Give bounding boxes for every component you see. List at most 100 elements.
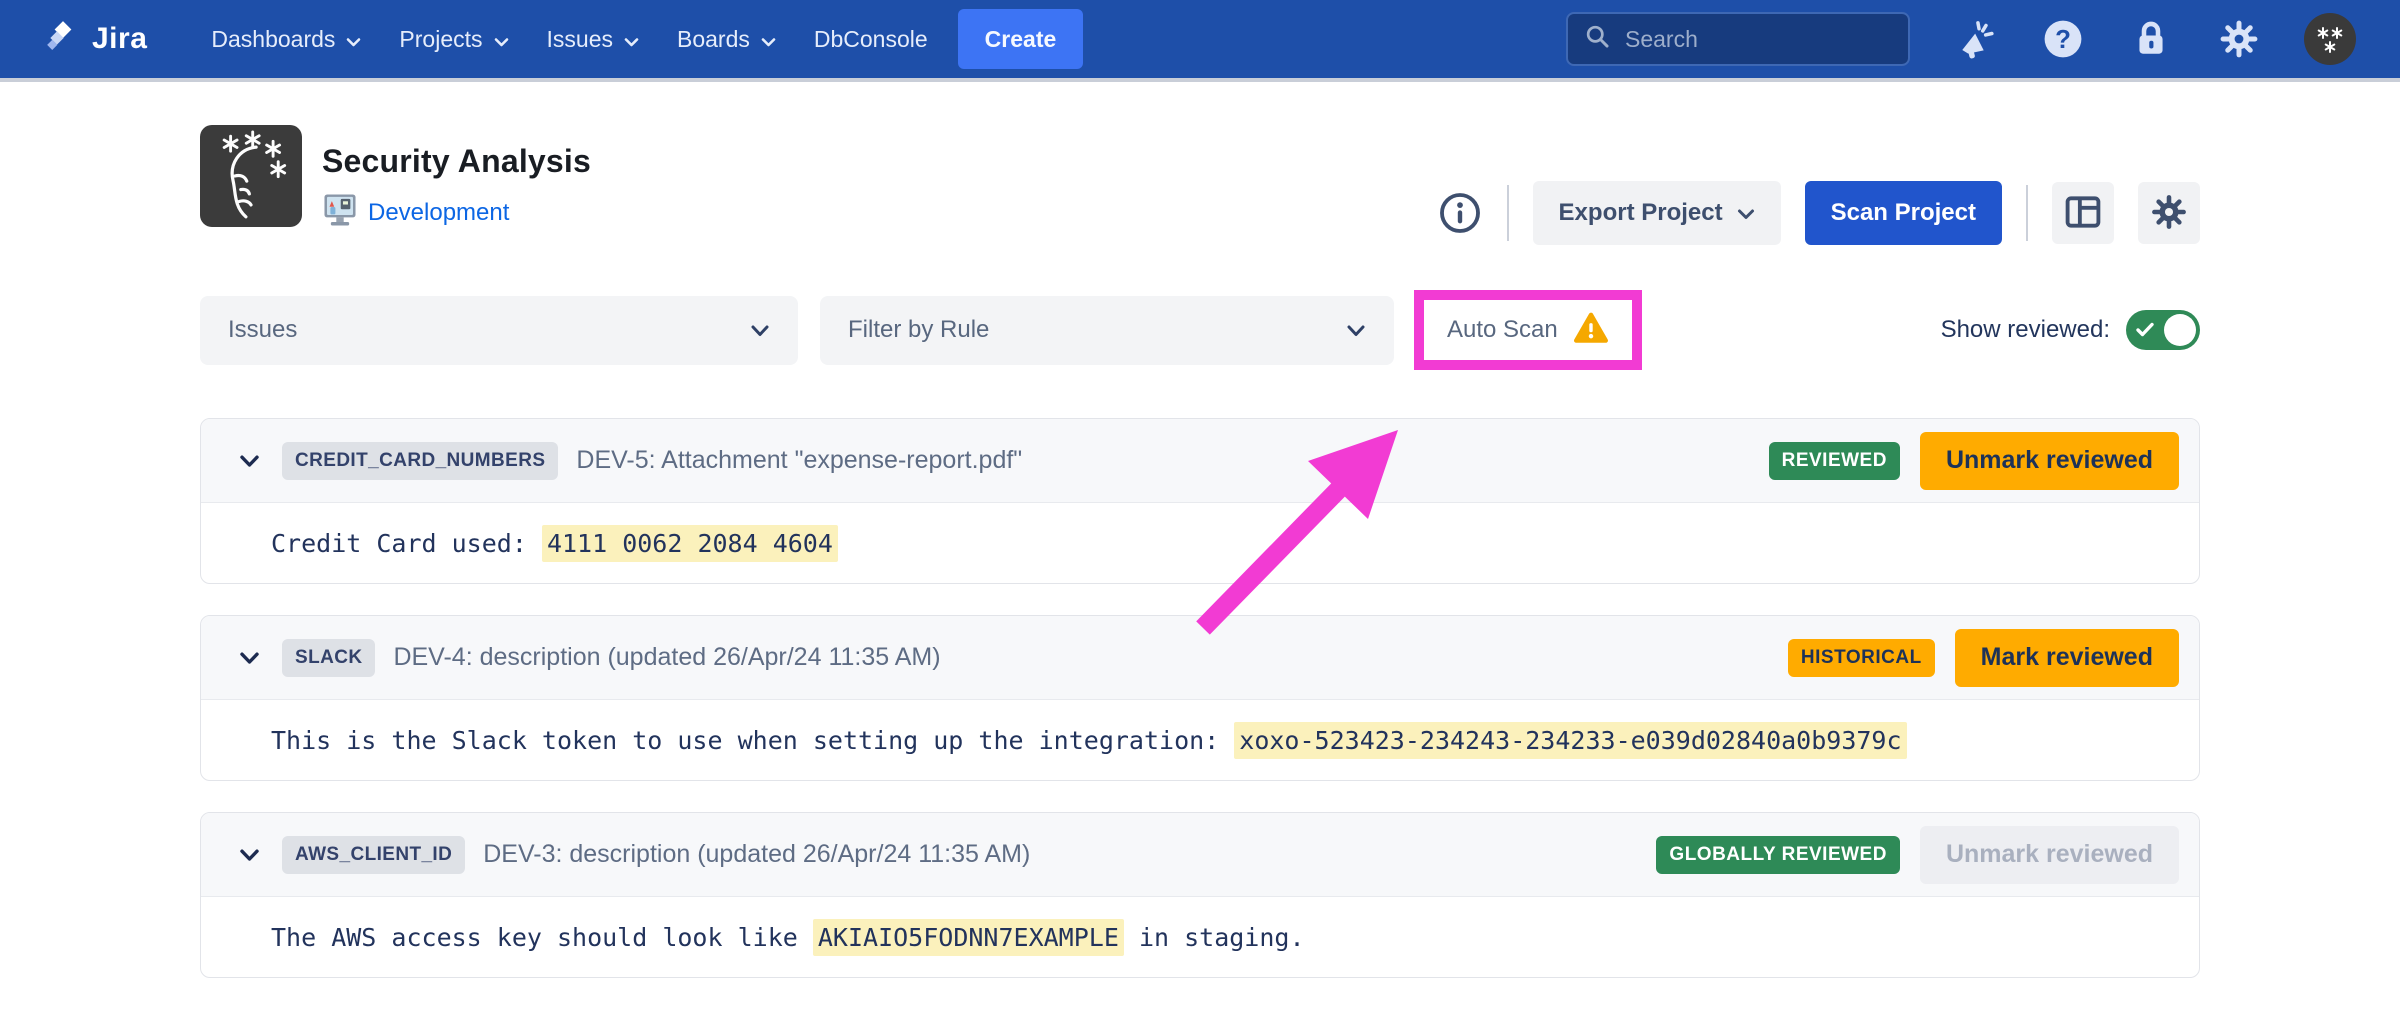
- project-settings-button[interactable]: [2138, 182, 2200, 244]
- finding-content: The AWS access key should look like AKIA…: [201, 897, 2199, 977]
- search-icon: [1584, 23, 1611, 55]
- finding-title: DEV-5: Attachment "expense-report.pdf": [576, 446, 1022, 475]
- content-text: in staging.: [1124, 923, 1305, 952]
- filter-row: Issues Filter by Rule Auto Scan Sho: [200, 290, 2200, 370]
- unmark-reviewed-button[interactable]: Unmark reviewed: [1920, 432, 2179, 490]
- chevron-down-icon: [1737, 199, 1755, 227]
- nav-item-label: Issues: [547, 26, 613, 53]
- board-layout-button[interactable]: [2052, 182, 2114, 244]
- check-icon: [2135, 321, 2155, 338]
- finding-card-header: SLACK DEV-4: description (updated 26/Apr…: [201, 616, 2199, 700]
- chevron-down-icon: [624, 26, 639, 53]
- nav-item-projects[interactable]: Projects: [399, 26, 508, 53]
- finding-title: DEV-4: description (updated 26/Apr/24 11…: [393, 643, 940, 672]
- auto-scan-highlight-box: Auto Scan: [1414, 290, 1642, 370]
- export-project-label: Export Project: [1559, 199, 1723, 227]
- detected-secret: 4111 0062 2084 4604: [542, 525, 838, 562]
- breadcrumb-project-link[interactable]: Development: [368, 199, 509, 227]
- chevron-down-icon: [346, 26, 361, 53]
- detected-secret: xoxo-523423-234243-234233-e039d02840a0b9…: [1234, 722, 1906, 759]
- settings-icon[interactable]: [2216, 16, 2262, 62]
- chevron-down-icon: [761, 26, 776, 53]
- brand-name: Jira: [92, 22, 147, 56]
- nav-item-dashboards[interactable]: Dashboards: [211, 26, 361, 53]
- breadcrumb: Development: [322, 193, 591, 232]
- finding-card-actions: GLOBALLY REVIEWED Unmark reviewed: [1656, 826, 2179, 884]
- show-reviewed-label: Show reviewed:: [1941, 316, 2110, 344]
- rule-badge: CREDIT_CARD_NUMBERS: [282, 442, 558, 480]
- show-reviewed-control: Show reviewed:: [1941, 310, 2200, 350]
- navbar-right: ?: [1566, 12, 2356, 66]
- lock-icon[interactable]: [2128, 16, 2174, 62]
- collapse-chevron-icon[interactable]: [239, 454, 260, 468]
- unmark-reviewed-button-disabled: Unmark reviewed: [1920, 826, 2179, 884]
- divider: [2026, 185, 2028, 241]
- svg-text:?: ?: [2055, 26, 2071, 54]
- warning-icon: [1573, 311, 1609, 350]
- collapse-chevron-icon[interactable]: [239, 651, 260, 665]
- scan-project-button[interactable]: Scan Project: [1805, 181, 2002, 245]
- rule-badge: AWS_CLIENT_ID: [282, 836, 465, 874]
- page-header: Security Analysis: [200, 125, 2200, 245]
- status-badge: GLOBALLY REVIEWED: [1656, 836, 1900, 874]
- detected-secret: AKIAIO5FODNN7EXAMPLE: [813, 919, 1124, 956]
- auto-scan-button[interactable]: Auto Scan: [1447, 316, 1558, 344]
- jira-logo[interactable]: Jira: [44, 18, 147, 61]
- create-button[interactable]: Create: [958, 9, 1084, 69]
- jira-logo-icon: [44, 18, 82, 61]
- nav-item-label: Dashboards: [211, 26, 335, 53]
- security-analysis-page: Jira Dashboards Projects Issues Boards D…: [0, 0, 2400, 1012]
- export-project-button[interactable]: Export Project: [1533, 181, 1781, 245]
- nav-item-issues[interactable]: Issues: [547, 26, 639, 53]
- help-icon[interactable]: ?: [2040, 16, 2086, 62]
- content-text: This is the Slack token to use when sett…: [271, 726, 1234, 755]
- toggle-knob: [2164, 314, 2196, 346]
- chevron-down-icon: [494, 26, 509, 53]
- header-actions: Export Project Scan Project: [1437, 125, 2200, 245]
- board-layout-icon: [2062, 191, 2104, 236]
- collapse-chevron-icon[interactable]: [239, 848, 260, 862]
- top-navbar: Jira Dashboards Projects Issues Boards D…: [0, 0, 2400, 82]
- announcement-icon[interactable]: [1952, 16, 1998, 62]
- finding-card-header: CREDIT_CARD_NUMBERS DEV-5: Attachment "e…: [201, 419, 2199, 503]
- chevron-down-icon: [1346, 316, 1366, 344]
- show-reviewed-toggle[interactable]: [2126, 310, 2200, 350]
- finding-card: CREDIT_CARD_NUMBERS DEV-5: Attachment "e…: [200, 418, 2200, 584]
- nav-item-dbconsole[interactable]: DbConsole: [814, 26, 928, 53]
- gear-icon: [2147, 190, 2191, 237]
- issues-select[interactable]: Issues: [200, 296, 798, 365]
- chevron-down-icon: [750, 316, 770, 344]
- finding-card: AWS_CLIENT_ID DEV-3: description (update…: [200, 812, 2200, 978]
- finding-content: Credit Card used: 4111 0062 2084 4604: [201, 503, 2199, 583]
- rule-badge: SLACK: [282, 639, 375, 677]
- project-avatar: [200, 125, 302, 227]
- status-badge: HISTORICAL: [1788, 639, 1935, 677]
- title-block: Security Analysis: [322, 125, 591, 232]
- user-avatar[interactable]: [2304, 13, 2356, 65]
- finding-card-actions: REVIEWED Unmark reviewed: [1769, 432, 2179, 490]
- page-title: Security Analysis: [322, 143, 591, 180]
- nav-item-boards[interactable]: Boards: [677, 26, 776, 53]
- nav-item-label: Projects: [399, 26, 482, 53]
- status-badge: REVIEWED: [1769, 442, 1900, 480]
- info-icon[interactable]: [1437, 190, 1483, 236]
- issues-select-value: Issues: [228, 316, 297, 344]
- rule-select-placeholder: Filter by Rule: [848, 316, 989, 344]
- nav-item-label: Boards: [677, 26, 750, 53]
- content-text: The AWS access key should look like: [271, 923, 813, 952]
- divider: [1507, 185, 1509, 241]
- filter-by-rule-select[interactable]: Filter by Rule: [820, 296, 1394, 365]
- mark-reviewed-button[interactable]: Mark reviewed: [1955, 629, 2179, 687]
- finding-card-actions: HISTORICAL Mark reviewed: [1788, 629, 2179, 687]
- nav-menu: Dashboards Projects Issues Boards DbCons…: [211, 26, 927, 53]
- project-monitor-icon: [322, 193, 358, 232]
- nav-item-label: DbConsole: [814, 26, 928, 53]
- finding-card-header: AWS_CLIENT_ID DEV-3: description (update…: [201, 813, 2199, 897]
- content-text: Credit Card used:: [271, 529, 542, 558]
- search-input[interactable]: [1625, 26, 1875, 53]
- finding-title: DEV-3: description (updated 26/Apr/24 11…: [483, 840, 1030, 869]
- findings-list: CREDIT_CARD_NUMBERS DEV-5: Attachment "e…: [200, 418, 2200, 978]
- finding-content: This is the Slack token to use when sett…: [201, 700, 2199, 780]
- search-box[interactable]: [1566, 12, 1910, 66]
- finding-card: SLACK DEV-4: description (updated 26/Apr…: [200, 615, 2200, 781]
